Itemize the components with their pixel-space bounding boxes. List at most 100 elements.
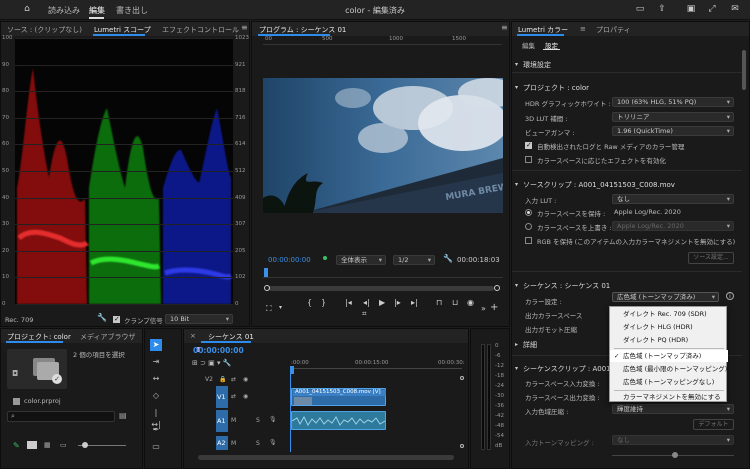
zoom-handle-right[interactable] xyxy=(494,285,500,291)
mic-icon[interactable]: 🎙 xyxy=(269,416,277,423)
add-button-icon[interactable]: + xyxy=(490,302,498,313)
chevron-down-icon[interactable]: ▾ xyxy=(515,365,518,372)
track-target-a1[interactable]: A1 xyxy=(216,410,228,432)
razor-icon[interactable]: ◇ xyxy=(150,390,162,402)
menu-import[interactable]: 読み込み xyxy=(48,5,80,16)
go-to-in-icon[interactable]: |◂ xyxy=(345,298,352,307)
clamp-checkbox[interactable] xyxy=(113,315,120,323)
input-gamut-select[interactable]: 輝度維持 xyxy=(612,404,734,414)
rectangle-tool-icon[interactable]: ▭ xyxy=(150,441,162,453)
auto-detect-checkbox[interactable] xyxy=(525,141,532,149)
chevron-right-icon[interactable]: ▸ xyxy=(515,341,518,348)
menu-item-disable-cm[interactable]: カラーマネジメントを無効にする xyxy=(610,391,728,403)
menu-item-direct-pq[interactable]: ダイレクト PQ (HDR) xyxy=(610,334,728,346)
track-scroll-handle[interactable] xyxy=(460,444,464,448)
slider-handle[interactable] xyxy=(82,442,88,448)
override-cs-select[interactable]: Apple Log/Rec. 2020 xyxy=(612,221,734,231)
slip-icon[interactable]: |↔| xyxy=(150,407,162,429)
compare-view-icon[interactable]: ⌗ xyxy=(362,309,367,319)
input-tonemap-select[interactable]: なし xyxy=(612,435,734,445)
share-icon[interactable]: ⇪ xyxy=(656,4,668,15)
mic-icon[interactable]: 🎙 xyxy=(269,439,277,446)
lumetri-menu-icon[interactable]: ≡ xyxy=(580,25,586,33)
safe-margins-icon[interactable]: ⛶ xyxy=(266,304,272,314)
eye-icon[interactable]: ◉ xyxy=(243,393,248,400)
tab-properties[interactable]: プロパティ xyxy=(596,25,631,35)
env-section-header[interactable]: 環境設定 xyxy=(523,60,551,70)
settings-wrench-icon[interactable]: 🔧 xyxy=(443,254,453,263)
resolution-select[interactable]: 1/2 xyxy=(393,255,435,265)
project-search-input[interactable]: ⌕ xyxy=(7,411,115,422)
track-target-a2[interactable]: A2 xyxy=(216,436,228,450)
program-timecode[interactable]: 00:00:00:00 xyxy=(268,256,311,264)
project-thumbnail[interactable]: ◘ ✓ xyxy=(7,349,67,389)
timeline-scrollbar[interactable] xyxy=(198,455,454,460)
default-button[interactable]: デフォルト xyxy=(693,419,734,430)
export-frame-icon[interactable]: ◉ xyxy=(467,298,474,307)
ripple-edit-icon[interactable]: ↔ xyxy=(150,373,162,385)
mark-in-icon[interactable]: { xyxy=(307,298,312,307)
insert-icon[interactable]: ⊓ xyxy=(436,298,442,307)
more-buttons-icon[interactable]: » xyxy=(481,304,486,313)
track-sync-icon[interactable]: ⇄ xyxy=(231,393,236,400)
menu-edit[interactable]: 編集 xyxy=(89,5,105,16)
color-settings-select[interactable]: 広色域 (トーンマップ済み) xyxy=(612,292,719,302)
zoom-scrollbar[interactable] xyxy=(268,286,494,291)
freeform-view-icon[interactable]: ▭ xyxy=(60,441,67,449)
close-icon[interactable]: × xyxy=(190,332,196,340)
colorspace-effects-checkbox[interactable] xyxy=(525,156,532,163)
video-clip[interactable]: A001_04151503_C008.mov [V] xyxy=(291,388,386,406)
chevron-down-icon[interactable]: ▾ xyxy=(515,181,518,188)
eye-icon[interactable]: ◉ xyxy=(243,376,248,383)
selection-tool-icon[interactable]: ➤ xyxy=(150,339,162,351)
wrench-icon[interactable]: 🔧 xyxy=(97,313,107,322)
bit-depth-select[interactable]: 10 Bit xyxy=(165,314,233,324)
override-cs-radio[interactable] xyxy=(525,223,532,230)
fullscreen-icon[interactable]: ⤢ xyxy=(706,4,718,15)
notification-icon[interactable]: ✉ xyxy=(729,4,741,15)
program-playhead[interactable] xyxy=(264,268,268,277)
source-clip-header[interactable]: ソースクリップ : A001_04151503_C008.mov xyxy=(523,180,675,190)
timeline-playhead[interactable] xyxy=(290,366,294,374)
icon-view-icon[interactable]: ▦ xyxy=(44,441,51,449)
menu-item-wide-minimal[interactable]: 広色域 (最小限のトーンマッピング) xyxy=(610,363,728,375)
hdr-white-select[interactable]: 100 (63% HLG, 51% PQ) xyxy=(612,97,734,107)
chevron-down-icon[interactable]: ▾ xyxy=(515,282,518,289)
rgb-preserve-checkbox[interactable] xyxy=(525,237,532,244)
go-to-out-icon[interactable]: ▸| xyxy=(411,298,418,307)
zoom-handle-left[interactable] xyxy=(264,285,270,291)
lumetri-scrollbar[interactable] xyxy=(742,50,746,90)
workspace-icon[interactable]: ▭ xyxy=(634,4,646,15)
tab-source[interactable]: ソース : (クリップなし) xyxy=(7,25,82,35)
play-icon[interactable]: ▶ xyxy=(379,298,385,307)
exposure-slider-handle[interactable] xyxy=(672,452,678,458)
track-sync-icon[interactable]: ⇄ xyxy=(231,376,236,383)
pen-icon[interactable]: ✎ xyxy=(13,441,20,450)
subtab-edit[interactable]: 編集 xyxy=(522,40,535,50)
step-forward-icon[interactable]: |▸ xyxy=(394,298,401,307)
menu-item-direct-rec709[interactable]: ダイレクト Rec. 709 (SDR) xyxy=(610,308,728,320)
solo-s-icon[interactable]: S xyxy=(256,440,260,447)
tab-media-browser[interactable]: メディアブラウザ xyxy=(80,332,136,342)
home-icon[interactable]: ⌂ xyxy=(21,4,33,15)
sequence-section-header[interactable]: シーケンス : シーケンス 01 xyxy=(523,281,610,291)
details-header[interactable]: 詳細 xyxy=(523,340,537,350)
timeline-tool-icon[interactable]: ⊞ ⊃ ▣ ▾ 🔧 xyxy=(192,359,231,367)
panel-menu-icon[interactable]: ≡ xyxy=(241,23,248,32)
mute-m-icon[interactable]: M xyxy=(231,417,236,424)
program-menu-icon[interactable]: ≡ xyxy=(501,23,508,32)
fit-select[interactable]: 全体表示 xyxy=(336,255,386,265)
source-settings-button[interactable]: ソース設定... xyxy=(688,252,734,264)
tab-effect-controls[interactable]: エフェクトコントロール xyxy=(162,25,239,35)
mark-out-icon[interactable]: } xyxy=(321,298,326,307)
track-target-v1[interactable]: V1 xyxy=(216,386,228,408)
list-view-icon[interactable] xyxy=(27,441,37,449)
quick-export-icon[interactable]: ▣ xyxy=(685,4,697,15)
viewer-gamma-select[interactable]: 1.96 (QuickTime) xyxy=(612,126,734,136)
pen-tool-icon[interactable]: ✒ xyxy=(150,424,162,436)
chevron-down-icon[interactable]: ▾ xyxy=(279,304,282,311)
track-select-icon[interactable]: ⇥ xyxy=(150,356,162,368)
input-lut-select[interactable]: なし xyxy=(612,194,734,204)
track-label-v2[interactable]: V2 xyxy=(205,374,217,386)
track-scroll-handle[interactable] xyxy=(460,376,464,380)
